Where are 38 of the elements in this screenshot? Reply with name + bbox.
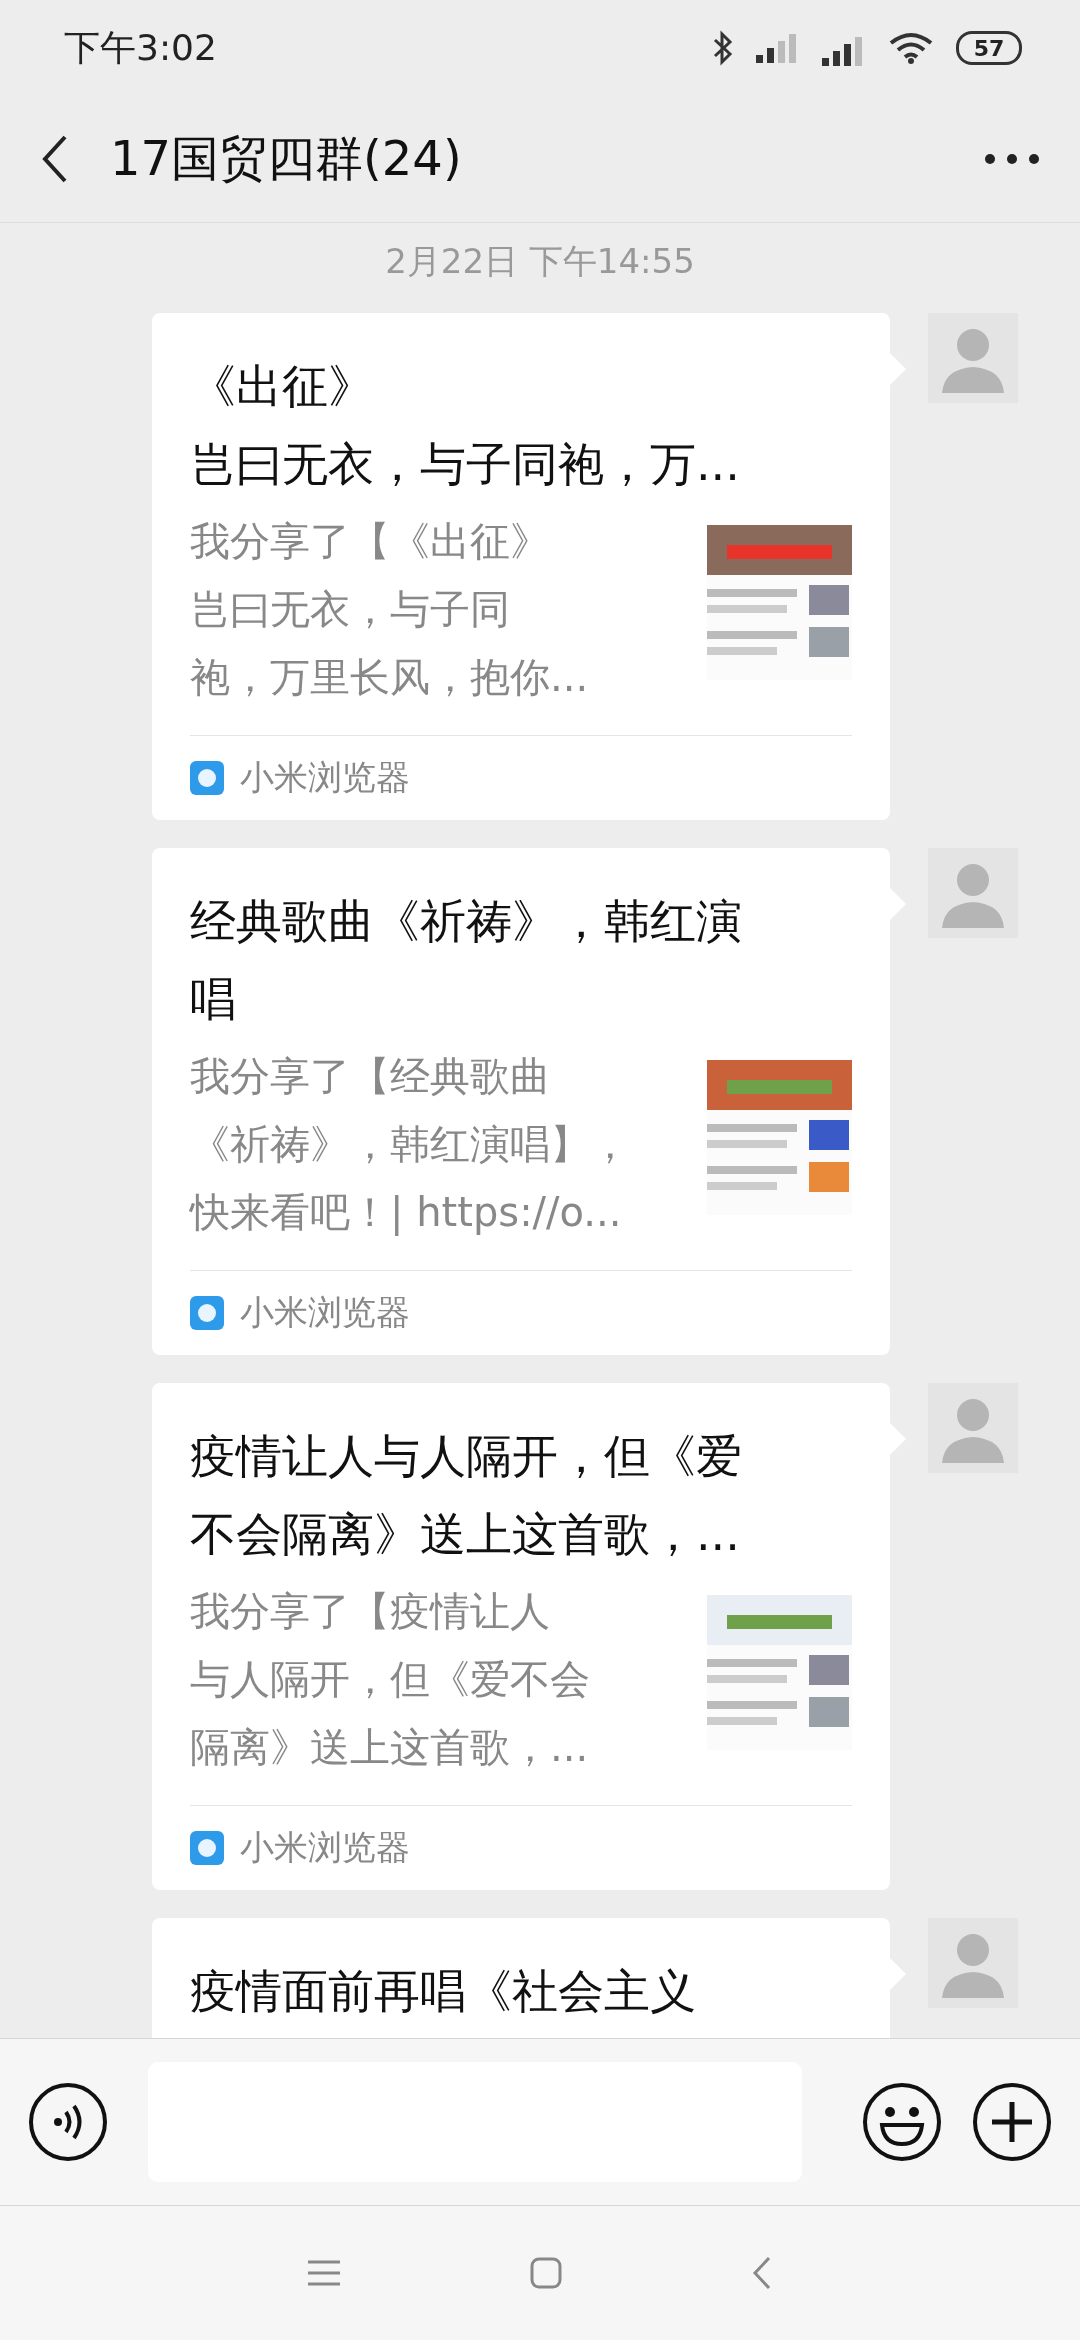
chat-title: 17国贸四群(24) [110, 129, 463, 188]
card-title: 唱 [190, 971, 237, 1028]
browser-icon [190, 761, 224, 795]
card-title: 不会隔离》送上这首歌，... [190, 1506, 741, 1563]
voice-icon[interactable] [28, 2082, 108, 2162]
card-description: 袍，万里长风，抱你... [190, 653, 589, 702]
card-description: 快来看吧！| https://o... [190, 1188, 623, 1238]
card-description: 与人隔开，但《爱不会 [190, 1655, 590, 1704]
card-source: 小米浏览器 [240, 756, 410, 799]
card-title: 疫情面前再唱《社会主义 [190, 1963, 697, 2020]
timestamp: 2月22日 下午14:55 [385, 240, 695, 283]
status-time: 下午3:02 [64, 25, 217, 70]
add-icon[interactable] [972, 2082, 1052, 2162]
link-card[interactable]: 疫情面前再唱《社会主义 [152, 1918, 890, 2038]
link-card[interactable]: 《出征》 岂曰无衣，与子同袍，万... 我分享了【《出征》 岂曰无衣，与子同 袍，万里长风，抱你... 小米浏览器 [152, 313, 890, 820]
card-description: 《祈祷》，韩红演唱】， [190, 1120, 630, 1169]
bluetooth-icon [712, 30, 734, 66]
card-description: 岂曰无衣，与子同 [190, 585, 511, 634]
card-description: 隔离》送上这首歌，... [190, 1723, 590, 1772]
card-title: 岂曰无衣，与子同袍，万... [190, 436, 741, 493]
more-icon[interactable] [984, 153, 1040, 165]
emoji-icon[interactable] [862, 2082, 942, 2162]
card-description: 我分享了【《出征》 [190, 517, 551, 566]
wifi-icon [888, 31, 934, 65]
card-title: 疫情让人与人隔开，但《爱 [190, 1428, 743, 1485]
card-title: 《出征》 [190, 358, 375, 415]
link-card[interactable]: 经典歌曲《祈祷》，韩红演 唱 我分享了【经典歌曲 《祈祷》，韩红演唱】， 快来看吧！| https://o... 小米浏览器 [152, 848, 890, 1355]
battery-level: 57 [956, 31, 1022, 65]
card-description: 我分享了【疫情让人 [190, 1587, 551, 1636]
card-title: 经典歌曲《祈祷》，韩红演 [190, 893, 743, 950]
card-source: 小米浏览器 [240, 1826, 410, 1869]
menu-icon[interactable] [308, 2259, 340, 2287]
browser-icon [190, 1831, 224, 1865]
card-description: 我分享了【经典歌曲 [190, 1052, 551, 1101]
browser-icon [190, 1296, 224, 1330]
card-source: 小米浏览器 [240, 1291, 410, 1334]
link-card[interactable]: 疫情让人与人隔开，但《爱 不会隔离》送上这首歌，... 我分享了【疫情让人 与人隔开，但《爱不会 隔离》送上这首歌，... 小米浏览器 [152, 1383, 890, 1890]
home-icon[interactable] [530, 2257, 562, 2289]
